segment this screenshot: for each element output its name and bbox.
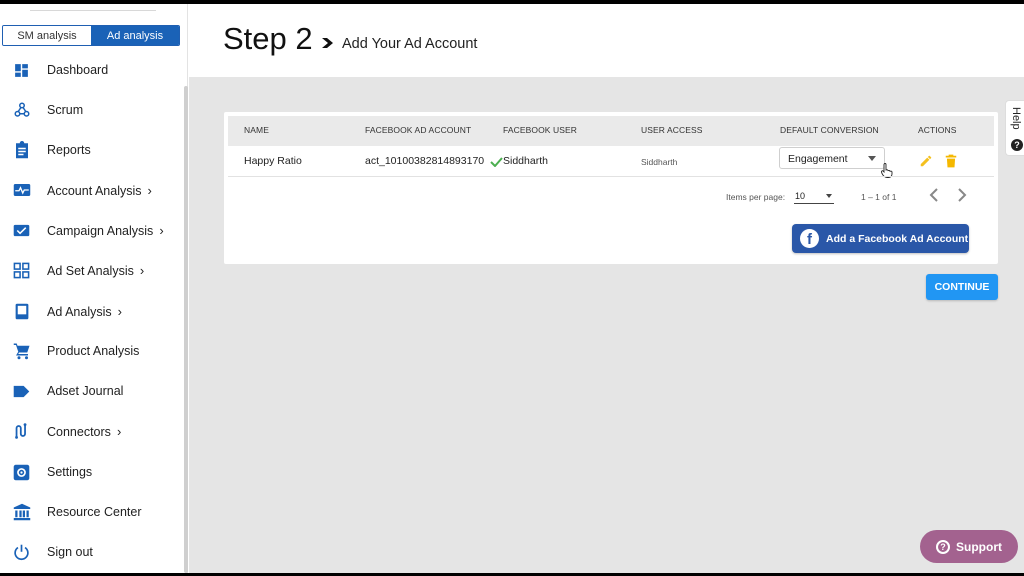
sidebar-item-scrum[interactable]: Scrum [0, 95, 182, 125]
ad-analysis-tab[interactable]: Ad analysis [91, 26, 179, 45]
webhook-icon [12, 101, 31, 120]
sidebar-item-dashboard[interactable]: Dashboard [0, 55, 182, 85]
table-header [228, 116, 994, 146]
sidebar-item-label: Reports [47, 143, 91, 157]
sidebar-item-resource-center[interactable]: Resource Center [0, 497, 182, 527]
sidebar-item-ad-analysis[interactable]: Ad Analysis › [0, 296, 182, 326]
sidebar-item-label: Resource Center [47, 505, 142, 519]
sidebar-item-label: Ad Analysis › [47, 303, 122, 319]
items-per-page-value: 10 [795, 191, 806, 201]
chevron-right-bold-icon [322, 38, 333, 48]
sidebar-item-label: Connectors › [47, 423, 122, 439]
sidebar-item-label: Settings [47, 465, 93, 479]
sidebar-item-label: Account Analysis › [47, 182, 152, 198]
chevron-right-icon: › [139, 262, 145, 278]
continue-button[interactable]: CONTINUE [926, 274, 998, 300]
support-button[interactable]: ? Support [920, 530, 1018, 563]
checkbox-icon [12, 221, 31, 240]
default-conversion-select[interactable]: Engagement [779, 147, 885, 169]
default-conversion-value: Engagement [788, 153, 848, 165]
items-per-page-select[interactable]: 10 [794, 188, 834, 204]
analysis-toggle: SM analysis Ad analysis [2, 25, 180, 46]
column-header-name: NAME [244, 125, 269, 135]
chevron-right-icon[interactable] [954, 186, 970, 204]
page-range-label: 1 – 1 of 1 [861, 192, 897, 202]
chevron-right-icon: › [117, 303, 122, 319]
sidebar-item-label: Scrum [47, 103, 84, 117]
gear-icon [12, 463, 31, 482]
page-header: Step 2 Add Your Ad Account [189, 4, 1024, 77]
help-label: Help [1010, 107, 1022, 130]
chevron-left-icon[interactable] [926, 186, 942, 204]
cell-facebook-user: Siddharth [503, 155, 548, 167]
chevron-right-icon: › [116, 423, 122, 439]
sidebar-item-adset-journal[interactable]: Adset Journal [0, 376, 182, 406]
chevron-right-icon: › [147, 182, 152, 198]
cell-user-access: Siddharth [641, 157, 678, 167]
check-icon [490, 157, 503, 167]
column-header-actions: ACTIONS [918, 125, 957, 135]
monitor-icon [12, 302, 31, 321]
cell-name: Happy Ratio [244, 155, 302, 167]
caret-down-icon [826, 194, 832, 198]
sidebar-item-ad-set-analysis[interactable]: Ad Set Analysis › [0, 255, 182, 285]
facebook-icon: f [800, 229, 819, 248]
ad-account-card: NAME FACEBOOK AD ACCOUNT FACEBOOK USER U… [224, 112, 998, 264]
delete-icon[interactable] [945, 154, 957, 168]
support-label: Support [956, 540, 1002, 554]
sidebar-item-label: Campaign Analysis › [47, 222, 164, 238]
sidebar-item-reports[interactable]: Reports [0, 135, 182, 165]
page-title: Step 2 [223, 21, 313, 56]
sidebar-item-label: Ad Set Analysis › [47, 262, 145, 278]
sidebar-item-campaign-analysis[interactable]: Campaign Analysis › [0, 215, 182, 245]
sidebar-item-sign-out[interactable]: Sign out [0, 537, 182, 567]
grid-icon [12, 261, 31, 280]
app-window: SM analysis Ad analysis Dashboard Scrum … [0, 4, 1024, 573]
sidebar-item-account-analysis[interactable]: Account Analysis › [0, 175, 182, 205]
help-circle-icon: ? [936, 540, 950, 554]
chevron-right-icon: › [159, 222, 164, 238]
clipboard-icon [12, 141, 31, 160]
sidebar-item-settings[interactable]: Settings [0, 457, 182, 487]
sidebar-item-product-analysis[interactable]: Product Analysis [0, 336, 182, 366]
column-header-default-conversion: DEFAULT CONVERSION [780, 125, 879, 135]
add-facebook-label: Add a Facebook Ad Account [826, 233, 969, 245]
power-icon [12, 543, 31, 562]
connector-icon [12, 422, 31, 441]
sidebar-scrollbar[interactable] [184, 86, 188, 573]
items-per-page-label: Items per page: [726, 192, 786, 202]
sidebar-item-label: Product Analysis [47, 344, 140, 358]
help-tab[interactable]: Help ? [1005, 100, 1024, 156]
sidebar-item-label: Sign out [47, 545, 93, 559]
cart-icon [12, 342, 31, 361]
add-facebook-ad-account-button[interactable]: f Add a Facebook Ad Account [792, 224, 969, 253]
pulse-icon [12, 181, 31, 200]
bank-icon [12, 503, 31, 522]
dashboard-icon [12, 61, 31, 80]
column-header-facebook-user: FACEBOOK USER [503, 125, 578, 135]
sidebar-item-connectors[interactable]: Connectors › [0, 416, 182, 446]
sidebar: SM analysis Ad analysis Dashboard Scrum … [0, 4, 188, 573]
caret-down-icon [868, 156, 876, 161]
main-content: Step 2 Add Your Ad Account Help ? NAME F… [189, 4, 1024, 573]
sm-analysis-tab[interactable]: SM analysis [3, 26, 91, 45]
help-icon: ? [1011, 139, 1023, 151]
page-subtitle: Add Your Ad Account [342, 36, 478, 52]
row-divider [228, 176, 994, 177]
sidebar-item-label: Dashboard [47, 63, 109, 77]
label-icon [12, 382, 31, 401]
sidebar-item-label: Adset Journal [47, 384, 124, 398]
column-header-user-access: USER ACCESS [641, 125, 703, 135]
column-header-ad-account: FACEBOOK AD ACCOUNT [365, 125, 472, 135]
sidebar-divider [30, 10, 156, 11]
edit-icon[interactable] [919, 154, 933, 168]
cell-ad-account: act_10100382814893170 [365, 155, 485, 167]
